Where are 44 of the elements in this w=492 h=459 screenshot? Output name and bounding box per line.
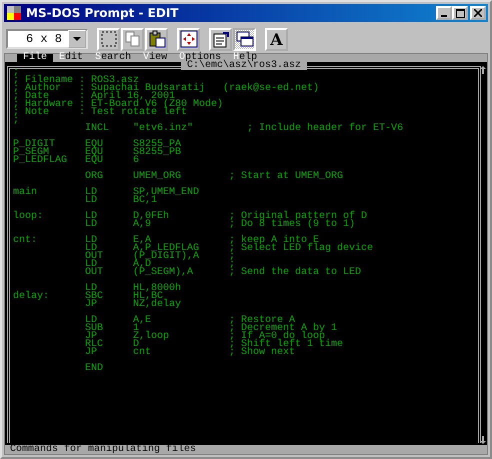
close-icon: [474, 9, 482, 17]
code-line: ;: [13, 117, 20, 125]
minimize-button[interactable]: [436, 6, 452, 20]
code-line: P_DIGIT EQU S8255_PA: [13, 141, 182, 149]
scroll-down-icon[interactable]: [480, 436, 486, 444]
code-line: JP cnt ; Show next: [84, 349, 296, 357]
maximize-icon: [456, 8, 464, 18]
font-size-dropdown[interactable]: 6 x 8: [6, 29, 88, 49]
code-line: JP NZ,delay: [84, 301, 182, 309]
code-line: P_LEDFLAG EQU 6: [13, 157, 140, 165]
code-line: P_SEGM EQU S8255_PB: [13, 149, 182, 157]
menu-item[interactable]: File: [17, 54, 54, 62]
properties-button[interactable]: [209, 28, 232, 50]
code-line: ;: [13, 69, 20, 77]
code-line: LD A,P_LEDFLAG ; Select LED flag device: [84, 245, 374, 253]
code-line: LD HL,8000h: [84, 285, 182, 293]
fullscreen-button[interactable]: [177, 28, 200, 50]
code-line: ; Note : Test rotate left: [13, 109, 188, 117]
code-line: LD A,E ; Restore A: [84, 317, 296, 325]
maximize-button[interactable]: [452, 6, 468, 20]
file-path: C:\emc\asz\ros3.asz: [181, 62, 308, 70]
mark-button[interactable]: [97, 28, 120, 50]
code-line: main LD SP,UMEM_END: [13, 189, 200, 197]
close-button[interactable]: [470, 6, 486, 20]
code-line: ; Author : Supachai Budsaratij (raek@se-ed.net): [13, 85, 320, 93]
menu-item[interactable]: View: [137, 54, 174, 62]
code-line: ORG UMEM_ORG ; Start at UMEM_ORG: [84, 173, 344, 181]
menu-item[interactable]: Help: [227, 54, 264, 62]
scroll-up-icon[interactable]: [480, 66, 486, 74]
menu-item[interactable]: Search: [89, 54, 138, 62]
dropdown-arrow-icon[interactable]: [68, 30, 86, 48]
font-button[interactable]: A: [265, 28, 288, 50]
code-line: LD A,9 ; Do 8 times (9 to 1): [84, 221, 356, 229]
code-line: LD BC,1: [84, 197, 158, 205]
code-line: delay: SBC HL,BC: [13, 293, 164, 301]
app-icon: [6, 5, 22, 21]
menu-item[interactable]: Edit: [53, 54, 90, 62]
code-line: OUT (P_DIGIT),A ;: [84, 253, 236, 261]
code-line: OUT (P_SEGM),A ; Send the data to LED: [84, 269, 362, 277]
copy-button[interactable]: [121, 28, 144, 50]
code-line: END: [84, 365, 104, 373]
paste-button[interactable]: [145, 28, 168, 50]
window-title: MS-DOS Prompt - EDIT: [26, 6, 180, 20]
code-line: INCL "etv6.inz" ; Include header for ET-V6: [84, 125, 404, 133]
